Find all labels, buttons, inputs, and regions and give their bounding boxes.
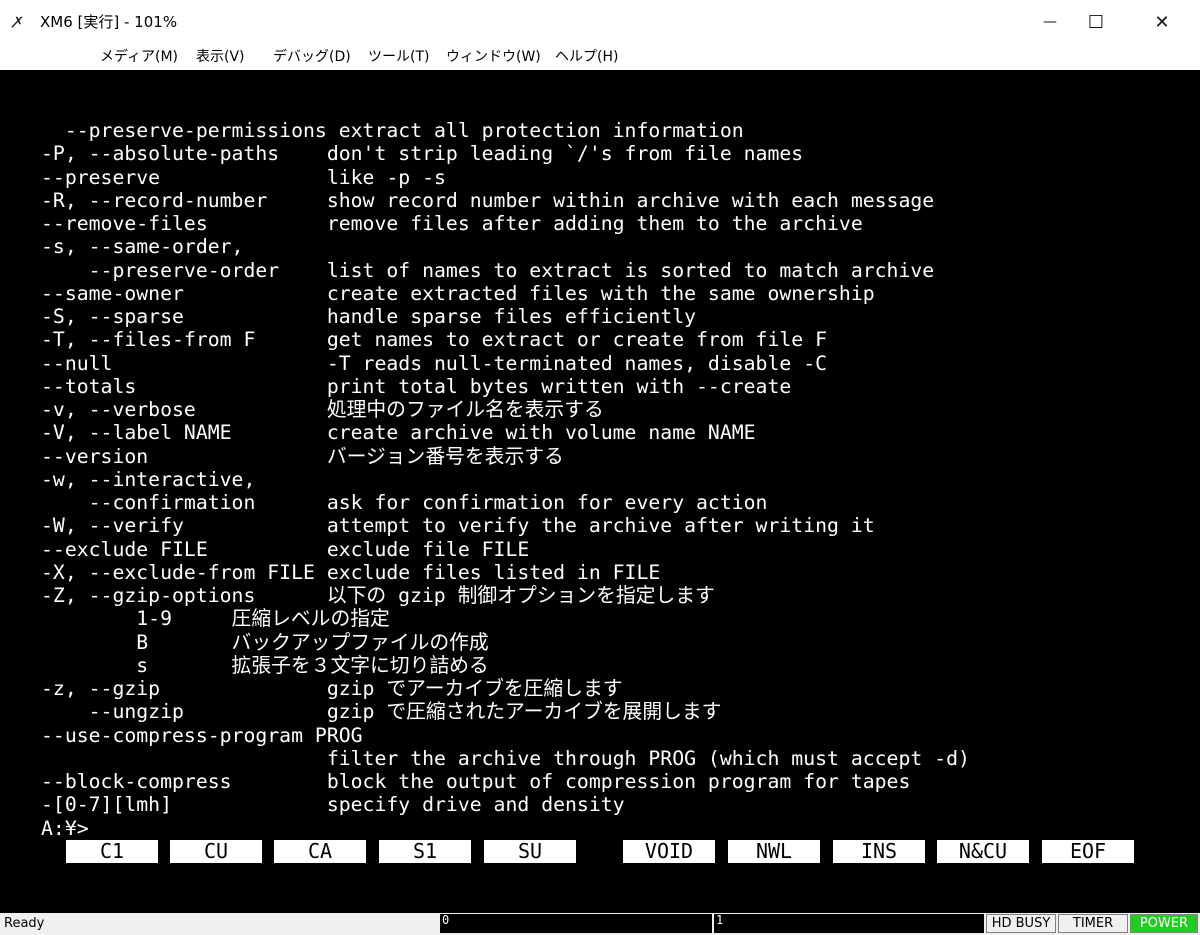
terminal-line: -z, --gzip gzip でアーカイブを圧縮します (41, 677, 623, 700)
terminal-line: --exclude FILE exclude file FILE (41, 537, 530, 561)
terminal-line: s 拡張子を３文字に切り詰める (41, 653, 489, 677)
menu-bar: メディア(M) 表示(V) デバッグ(D) ツール(T) ウィンドウ(W) ヘル… (0, 44, 1200, 70)
terminal-line: -T, --files-from F get names to extract … (41, 328, 828, 352)
terminal-line: -X, --exclude-from FILE exclude files li… (41, 560, 661, 584)
terminal-line: --null -T reads null-terminated names, d… (41, 351, 828, 375)
terminal-line: --preserve-order list of names to extrac… (41, 258, 935, 282)
fkey-void[interactable]: VOID (623, 840, 715, 863)
menu-window[interactable]: ウィンドウ(W) (446, 48, 541, 66)
status-field-0: 0 (440, 914, 712, 933)
menu-tools[interactable]: ツール(T) (368, 48, 429, 66)
command-prompt[interactable]: A:¥> (41, 817, 89, 840)
menu-media[interactable]: メディア(M) (100, 48, 178, 66)
fkey-ncu[interactable]: N&CU (937, 840, 1029, 863)
app-logo-icon: ꭗ (14, 13, 21, 28)
terminal-line: -W, --verify attempt to verify the archi… (41, 514, 875, 538)
menu-view[interactable]: 表示(V) (196, 48, 245, 66)
title-bar[interactable]: ꭗ XM6 [実行] - 101% — ☐ ✕ (0, 0, 1200, 44)
terminal-line: -[0-7][lmh] specify drive and density (41, 793, 625, 817)
terminal-line: --block-compress block the output of com… (41, 770, 911, 793)
terminal-line: --remove-files remove files after adding… (41, 212, 863, 235)
close-button[interactable]: ✕ (1139, 0, 1185, 44)
status-bar: Ready 0 1 HD BUSY TIMER POWER (0, 913, 1200, 935)
terminal-line: -v, --verbose 処理中のファイル名を表示する (41, 398, 604, 421)
minimize-button[interactable]: — (1027, 0, 1073, 44)
power-indicator: POWER (1130, 914, 1198, 933)
emulator-screen[interactable]: --preserve-permissions extract all prote… (0, 70, 1200, 913)
menu-debug[interactable]: デバッグ(D) (273, 48, 351, 66)
terminal-line: -V, --label NAME create archive with vol… (41, 421, 756, 445)
terminal-line: -S, --sparse handle sparse files efficie… (41, 305, 697, 328)
terminal-line: -s, --same-order, (41, 235, 244, 259)
status-field-1: 1 (714, 914, 984, 933)
minimize-icon: — (1043, 14, 1057, 30)
close-icon: ✕ (1154, 11, 1170, 33)
fkey-ins[interactable]: INS (833, 840, 925, 863)
terminal-line: --confirmation ask for confirmation for … (41, 491, 768, 514)
hd-busy-indicator: HD BUSY (986, 914, 1056, 933)
terminal-line: --use-compress-program PROG (41, 723, 363, 747)
fkey-c1[interactable]: C1 (66, 840, 158, 863)
maximize-button[interactable]: ☐ (1073, 0, 1119, 44)
fkey-su[interactable]: SU (484, 840, 576, 863)
terminal-line: -w, --interactive, (41, 467, 256, 491)
menu-help[interactable]: ヘルプ(H) (555, 48, 618, 66)
terminal-line: --preserve like -p -s (41, 165, 446, 189)
terminal-line: --ungzip gzip で圧縮されたアーカイブを展開します (41, 700, 722, 724)
fkey-s1[interactable]: S1 (379, 840, 471, 863)
terminal-line: --totals print total bytes written with … (41, 374, 792, 398)
fkey-eof[interactable]: EOF (1042, 840, 1134, 863)
timer-indicator: TIMER (1058, 914, 1128, 933)
fkey-nwl[interactable]: NWL (728, 840, 820, 863)
terminal-line: --same-owner create extracted files with… (41, 281, 875, 305)
terminal-line: filter the archive through PROG (which m… (41, 746, 970, 770)
terminal-output: --preserve-permissions extract all prote… (41, 119, 970, 840)
terminal-line: --preserve-permissions extract all prote… (41, 119, 744, 142)
fkey-ca[interactable]: CA (274, 840, 366, 863)
terminal-line: 1-9 圧縮レベルの指定 (41, 607, 390, 631)
fkey-cu[interactable]: CU (170, 840, 262, 863)
terminal-line: -Z, --gzip-options 以下の gzip 制御オプションを指定しま… (41, 584, 715, 607)
status-ready: Ready (4, 916, 45, 931)
terminal-line: -P, --absolute-paths don't strip leading… (41, 142, 804, 166)
maximize-icon: ☐ (1087, 11, 1105, 33)
terminal-line: B バックアップファイルの作成 (41, 630, 489, 654)
terminal-line: --version バージョン番号を表示する (41, 444, 564, 468)
window-title: XM6 [実行] - 101% (40, 13, 178, 31)
terminal-line: -R, --record-number show record number w… (41, 188, 935, 212)
